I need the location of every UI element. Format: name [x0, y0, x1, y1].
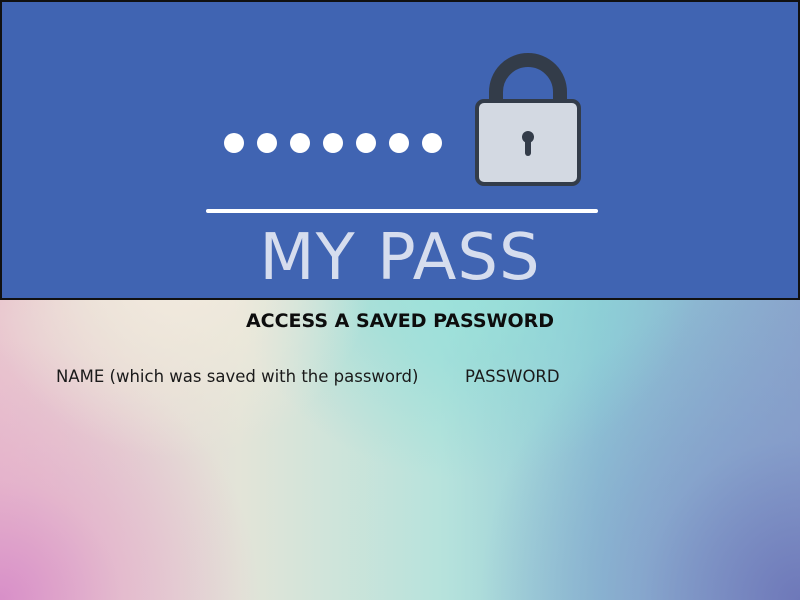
- password-dot: [323, 133, 343, 153]
- header-banner: MY PASS: [0, 0, 800, 300]
- password-dot: [389, 133, 409, 153]
- password-dot: [290, 133, 310, 153]
- password-dot: [224, 133, 244, 153]
- password-dot: [422, 133, 442, 153]
- masked-password-dots: [224, 133, 442, 153]
- password-dot: [257, 133, 277, 153]
- header-divider: [206, 209, 598, 213]
- password-dot: [356, 133, 376, 153]
- section-heading: ACCESS A SAVED PASSWORD: [245, 310, 555, 332]
- padlock-icon: [475, 53, 581, 186]
- name-column-label: NAME (which was saved with the password): [56, 367, 419, 386]
- app-title: MY PASS: [259, 221, 541, 295]
- password-column-label: PASSWORD: [465, 367, 560, 386]
